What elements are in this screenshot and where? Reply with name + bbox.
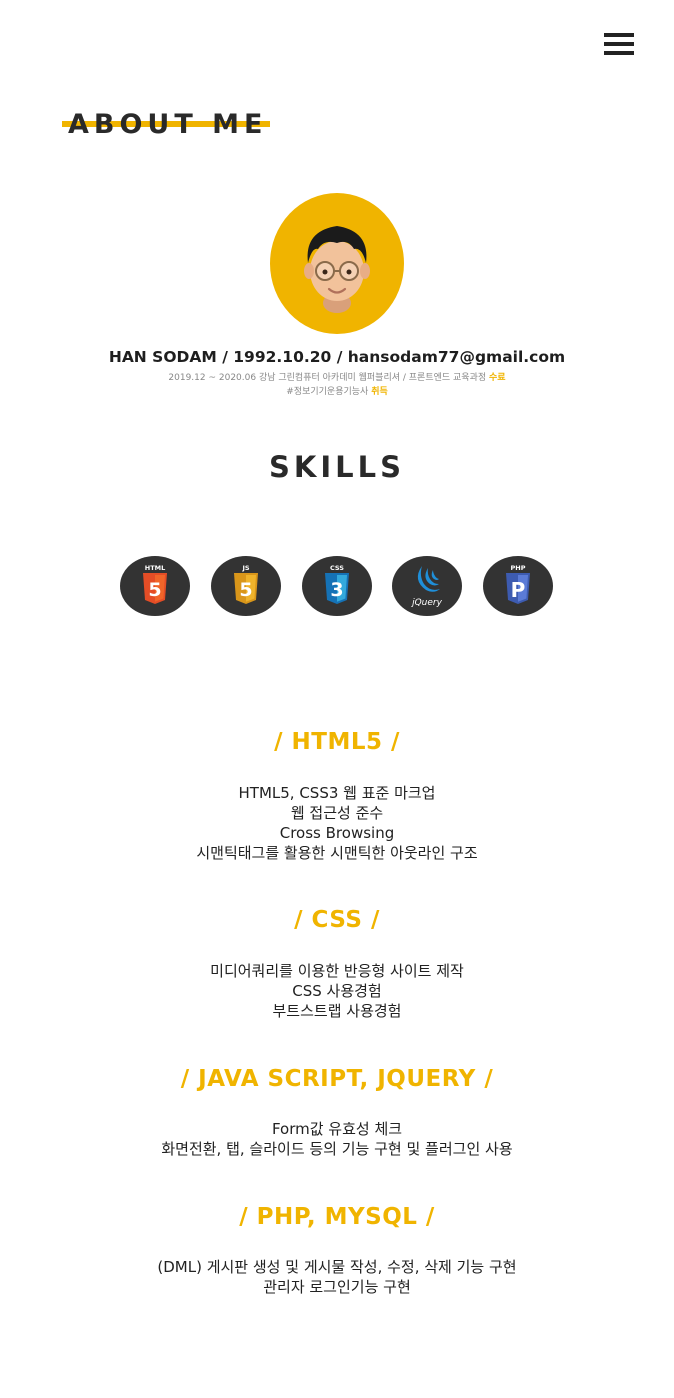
desc-line: 시맨틱태그를 활용한 시맨틱한 아웃라인 구조 <box>196 844 478 862</box>
desc-line: 웹 접근성 준수 <box>290 804 384 822</box>
svg-text:P: P <box>511 578 526 602</box>
html5-icon[interactable]: HTML 5 <box>120 556 190 616</box>
html5-label: HTML <box>145 564 165 572</box>
section-desc-html5: HTML5, CSS3 웹 표준 마크업 웹 접근성 준수 Cross Brow… <box>0 783 674 863</box>
section-desc-php-mysql: (DML) 게시판 생성 및 게시물 작성, 수정, 삭제 기능 구현 관리자 … <box>0 1257 674 1297</box>
menu-line <box>604 33 634 37</box>
desc-line: 화면전환, 탭, 슬라이드 등의 기능 구현 및 플러그인 사용 <box>161 1140 513 1158</box>
svg-text:5: 5 <box>239 579 252 601</box>
desc-line: Cross Browsing <box>279 824 395 842</box>
desc-line: CSS 사용경험 <box>292 982 382 1000</box>
php-icon[interactable]: PHP P <box>483 556 553 616</box>
jquery-icon[interactable]: jQuery <box>392 556 462 616</box>
desc-line: Form값 유효성 체크 <box>271 1120 403 1138</box>
desc-line: 미디어쿼리를 이용한 반응형 사이트 제작 <box>210 962 464 980</box>
js-icon[interactable]: JS 5 <box>211 556 281 616</box>
certificate-status: 취득 <box>371 387 388 397</box>
menu-line <box>604 42 634 46</box>
css3-label: CSS <box>330 564 344 572</box>
svg-text:5: 5 <box>148 579 161 601</box>
section-title-html5: / HTML5 / <box>274 729 400 755</box>
skills-title: SKILLS <box>269 450 405 484</box>
js-label: JS <box>241 564 249 572</box>
desc-line: 관리자 로그인기능 구현 <box>263 1278 411 1296</box>
section-title-js-jquery: / JAVA SCRIPT, JQUERY / <box>180 1066 494 1092</box>
menu-line <box>604 51 634 55</box>
section-title-css: / CSS / <box>294 907 380 933</box>
section-desc-js-jquery: Form값 유효성 체크 화면전환, 탭, 슬라이드 등의 기능 구현 및 플러… <box>0 1119 674 1159</box>
desc-line: (DML) 게시판 생성 및 게시물 작성, 수정, 삭제 기능 구현 <box>157 1258 517 1276</box>
jquery-label: jQuery <box>410 598 443 608</box>
education-text: 2019.12 ~ 2020.06 강남 그린컴퓨터 아카데미 웹퍼블리셔 / … <box>168 373 487 383</box>
certificate-line: #정보기기운용기능사 취득 <box>0 384 674 397</box>
education-status: 수료 <box>489 373 506 383</box>
section-desc-css: 미디어쿼리를 이용한 반응형 사이트 제작 CSS 사용경험 부트스트랩 사용경… <box>0 961 674 1021</box>
certificate-text: #정보기기운용기능사 <box>286 387 369 397</box>
about-title: ABOUT ME <box>68 109 268 140</box>
about-heading: ABOUT ME <box>62 108 270 144</box>
education-line: 2019.12 ~ 2020.06 강남 그린컴퓨터 아카데미 웹퍼블리셔 / … <box>0 370 674 383</box>
svg-text:3: 3 <box>330 579 343 601</box>
hamburger-menu-icon[interactable] <box>604 33 634 55</box>
profile-name-line: HAN SODAM / 1992.10.20 / hansodam77@gmai… <box>108 348 566 366</box>
css3-icon[interactable]: CSS 3 <box>302 556 372 616</box>
php-label: PHP <box>511 564 526 572</box>
desc-line: HTML5, CSS3 웹 표준 마크업 <box>238 784 436 802</box>
desc-line: 부트스트랩 사용경험 <box>272 1002 402 1020</box>
section-title-php-mysql: / PHP, MYSQL / <box>239 1204 435 1230</box>
memoji-avatar-icon <box>270 193 404 334</box>
